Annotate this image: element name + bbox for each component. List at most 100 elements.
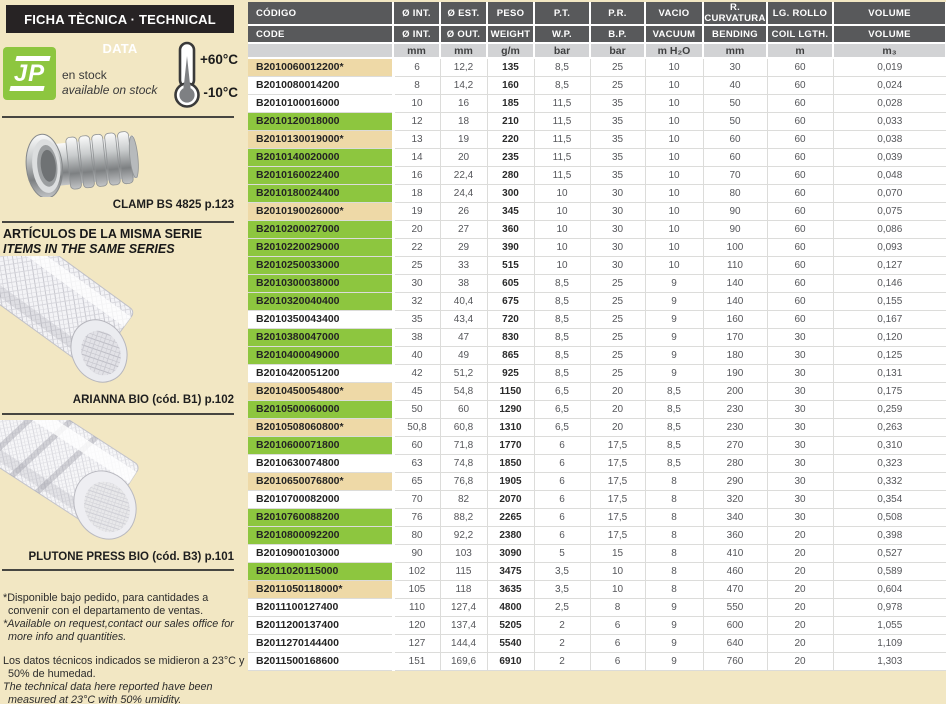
cell-value: 20: [767, 527, 833, 545]
jp-logo-text: JP: [14, 62, 45, 86]
cell-value: 60: [767, 113, 833, 131]
cell-value: 9: [645, 329, 703, 347]
header-cell: VACIO: [645, 2, 703, 25]
cell-value: 0,589: [833, 563, 946, 581]
cell-value: 925: [487, 365, 534, 383]
cell-value: 25: [590, 347, 645, 365]
cell-value: 5540: [487, 635, 534, 653]
cell-code: B2010190026000*: [248, 203, 393, 221]
temperature-max: +60°C: [194, 52, 238, 67]
cell-value: 11,5: [534, 149, 590, 167]
header-cell: VOLUME: [833, 25, 946, 43]
cell-value: 11,5: [534, 131, 590, 149]
cell-value: 25: [590, 77, 645, 95]
cell-value: 1770: [487, 437, 534, 455]
jp-logo-bar-bottom: [9, 86, 44, 91]
cell-value: 38: [393, 329, 440, 347]
cell-value: 70: [703, 167, 767, 185]
cell-value: 185: [487, 95, 534, 113]
cell-value: 6: [534, 527, 590, 545]
cell-value: 8,5: [534, 293, 590, 311]
cell-value: 9: [645, 617, 703, 635]
cell-value: 6,5: [534, 383, 590, 401]
cell-value: 8,5: [534, 58, 590, 77]
cell-value: 2: [534, 653, 590, 671]
cell-value: 25: [590, 293, 645, 311]
table-row: B2011500168600151169,66910269760201,303: [248, 653, 946, 671]
header-cell: Ø EST.: [440, 2, 487, 25]
cell-value: 22: [393, 239, 440, 257]
cell-value: 25: [590, 311, 645, 329]
cell-value: 42: [393, 365, 440, 383]
cell-value: 60,8: [440, 419, 487, 437]
cell-value: 760: [703, 653, 767, 671]
cell-value: 70: [393, 491, 440, 509]
table-row: B20101800244001824,430010301080600,070: [248, 185, 946, 203]
cell-value: 137,4: [440, 617, 487, 635]
cell-code: B2010400049000: [248, 347, 393, 365]
cell-value: 50: [393, 401, 440, 419]
cell-value: 0,323: [833, 455, 946, 473]
cell-value: 35: [590, 113, 645, 131]
cell-value: 60: [767, 221, 833, 239]
unit-cell: bar: [534, 43, 590, 58]
cell-code: B2010200027000: [248, 221, 393, 239]
cell-value: 210: [487, 113, 534, 131]
cell-value: 30: [767, 419, 833, 437]
cell-value: 40,4: [440, 293, 487, 311]
cell-value: 20: [440, 149, 487, 167]
cell-value: 0,398: [833, 527, 946, 545]
cell-code: B2010120018000: [248, 113, 393, 131]
unit-cell: m: [767, 43, 833, 58]
cell-value: 43,4: [440, 311, 487, 329]
cell-value: 0,125: [833, 347, 946, 365]
cell-value: 60: [767, 77, 833, 95]
cell-value: 60: [393, 437, 440, 455]
unit-cell: g/m: [487, 43, 534, 58]
cell-value: 470: [703, 581, 767, 599]
cell-value: 230: [703, 401, 767, 419]
table-row: B2010130019000*131922011,5351060600,038: [248, 131, 946, 149]
cell-value: 8: [645, 473, 703, 491]
cell-value: 29: [440, 239, 487, 257]
cell-value: 20: [767, 635, 833, 653]
table-row: B20104200512004251,29258,5259190300,131: [248, 365, 946, 383]
cell-value: 10: [393, 95, 440, 113]
header-cell: BENDING: [703, 25, 767, 43]
cell-code: B2010630074800: [248, 455, 393, 473]
header-cell: WEIGHT: [487, 25, 534, 43]
cell-value: 720: [487, 311, 534, 329]
cell-value: 0,093: [833, 239, 946, 257]
technical-data-table: CÓDIGOØ INT.Ø EST.PESOP.T.P.R.VACIOR. CU…: [248, 2, 946, 671]
cell-value: 19: [393, 203, 440, 221]
cell-value: 6910: [487, 653, 534, 671]
cell-value: 50: [703, 95, 767, 113]
unit-cell: m₃: [833, 43, 946, 58]
cell-value: 9: [645, 653, 703, 671]
table-row: B201040004900040498658,5259180300,125: [248, 347, 946, 365]
series-heading: ARTÍCULOS DE LA MISMA SERIE ITEMS IN THE…: [3, 227, 202, 257]
cell-value: 8,5: [534, 275, 590, 293]
cell-value: 30: [767, 509, 833, 527]
cell-code: B2010760088200: [248, 509, 393, 527]
table-row: B201038004700038478308,5259170300,120: [248, 329, 946, 347]
table-row: B2010508060800*50,860,813106,5208,523030…: [248, 419, 946, 437]
table-row: B2010450054800*4554,811506,5208,5200300,…: [248, 383, 946, 401]
sidebar: FICHA TÈCNICA · TECHNICAL DATA JP en sto…: [0, 0, 248, 704]
footnote-availability-es: *Disponible bajo pedido, para cantidades…: [3, 592, 245, 618]
cell-value: 5: [534, 545, 590, 563]
cell-value: 8,5: [645, 401, 703, 419]
cell-value: 6: [590, 617, 645, 635]
cell-value: 24,4: [440, 185, 487, 203]
cell-value: 2265: [487, 509, 534, 527]
table-row: B20106300748006374,81850617,58,5280300,3…: [248, 455, 946, 473]
table-row: B2011200137400120137,45205269600201,055: [248, 617, 946, 635]
cell-value: 0,155: [833, 293, 946, 311]
cell-value: 11,5: [534, 95, 590, 113]
cell-value: 30: [767, 473, 833, 491]
cell-code: B2010450054800*: [248, 383, 393, 401]
cell-value: 460: [703, 563, 767, 581]
cell-value: 103: [440, 545, 487, 563]
cell-value: 135: [487, 58, 534, 77]
cell-value: 0,131: [833, 365, 946, 383]
